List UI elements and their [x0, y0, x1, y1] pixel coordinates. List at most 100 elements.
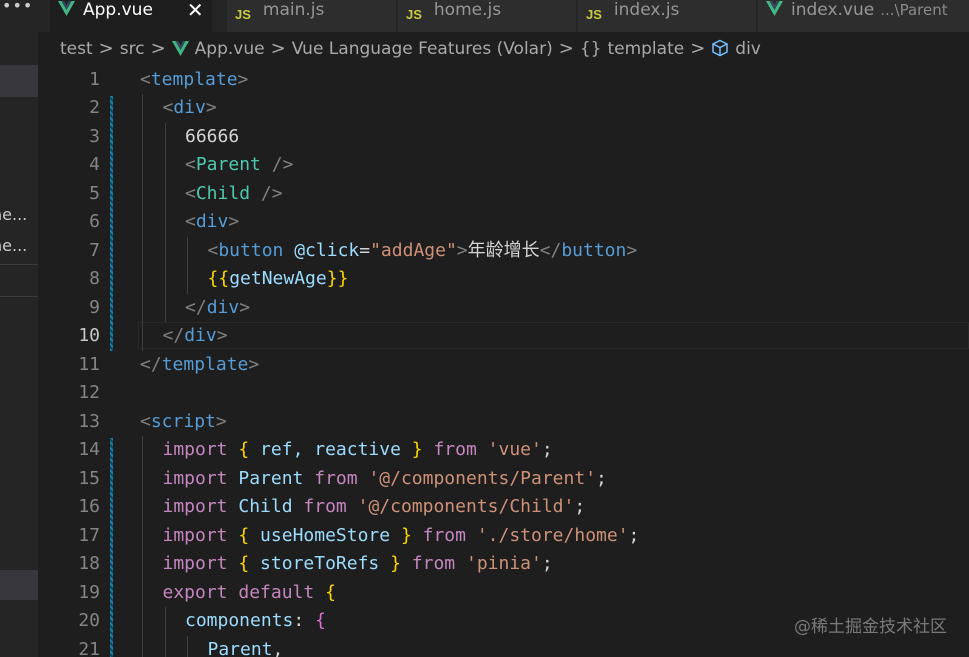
more-actions-icon[interactable]: •••: [2, 0, 33, 15]
code-token: <: [185, 154, 196, 175]
tab-index-js[interactable]: JS index.js: [578, 0, 757, 32]
tab-index-vue[interactable]: index.vue ...\Parent: [758, 0, 969, 32]
code-line[interactable]: 2 <div>: [38, 94, 969, 123]
code-line[interactable]: 5 <Child />: [38, 180, 969, 209]
tab-app-vue[interactable]: App.vue ✕: [50, 0, 213, 32]
watermark: @稀土掘金技术社区: [794, 617, 947, 637]
git-modified-marker[interactable]: [110, 96, 113, 351]
code-line[interactable]: 15 import Parent from '@/components/Paren…: [38, 465, 969, 494]
indent-guide: [142, 464, 143, 493]
line-number: 16: [78, 496, 100, 517]
indent-guide: [187, 635, 188, 657]
breadcrumb-item-src[interactable]: src: [120, 39, 145, 59]
code-token: <: [185, 211, 196, 232]
sidebar-selected-row[interactable]: [0, 65, 38, 97]
code-line[interactable]: 6 <div>: [38, 208, 969, 237]
code-line[interactable]: 18 import { storeToRefs } from 'pinia';: [38, 550, 969, 579]
code-token: Child: [238, 496, 293, 517]
sidebar-file-item[interactable]: ne...: [0, 236, 27, 255]
git-modified-marker[interactable]: [110, 438, 113, 657]
code-content: import Child from '@/components/Child';: [163, 493, 586, 522]
code-token: }: [411, 439, 423, 460]
code-line[interactable]: 21 Parent,: [38, 636, 969, 657]
code-line[interactable]: 9 </div>: [38, 294, 969, 323]
breadcrumb-item-app-vue[interactable]: App.vue: [195, 39, 265, 59]
code-line[interactable]: 10 </div>: [38, 322, 969, 351]
breadcrumb-item-volar[interactable]: Vue Language Features (Volar): [292, 39, 553, 59]
vue-file-icon: [766, 1, 783, 26]
code-token: >: [248, 353, 260, 375]
tab-home-js[interactable]: JS home.js: [398, 0, 577, 32]
breadcrumb-item-test[interactable]: test: [60, 39, 93, 59]
chevron-right-icon: >: [270, 38, 286, 59]
code-line[interactable]: 13 <script>: [38, 408, 969, 437]
code-token: <: [185, 182, 196, 204]
code-content: <div>: [185, 208, 239, 237]
indent-guide: [142, 293, 143, 322]
code-token: }: [400, 524, 412, 546]
chevron-right-icon: >: [98, 38, 114, 59]
tab-main-js[interactable]: JS main.js: [227, 0, 397, 32]
code-token: import: [162, 524, 228, 546]
code-line[interactable]: 3 66666: [38, 123, 969, 152]
code-line[interactable]: 16 import Child from '@/components/Child'…: [38, 493, 969, 522]
code-token: ;: [541, 553, 553, 574]
code-token: div: [195, 211, 229, 232]
code-token: '@/components/Child': [357, 496, 575, 517]
code-line[interactable]: 7 <button @click="addAge">年龄增长</button>: [38, 237, 969, 266]
code-token: </: [162, 325, 185, 346]
chevron-right-icon: >: [150, 38, 166, 59]
code-content: import Parent from '@/components/Parent'…: [163, 465, 607, 494]
line-number: 8: [89, 268, 100, 289]
code-token: {: [238, 553, 250, 574]
code-content: <script>: [140, 408, 227, 437]
code-token: >: [239, 296, 251, 318]
sidebar-file-item[interactable]: ne...: [0, 205, 27, 224]
code-token: Parent: [207, 638, 273, 657]
code-content: <Parent />: [185, 151, 293, 180]
chevron-right-icon: >: [690, 38, 706, 59]
sidebar-selected-row[interactable]: [0, 570, 38, 600]
line-number: 13: [78, 410, 100, 432]
breadcrumb-item-template[interactable]: template: [607, 39, 684, 59]
code-token: './store/home': [476, 524, 629, 546]
code-editor[interactable]: 1 <template> 2 <div> 3 66666 4 <Parent /> 5 <Chil…: [38, 65, 969, 657]
breadcrumb-item-div[interactable]: div: [735, 39, 761, 59]
indent-guide: [164, 236, 166, 265]
code-content: Parent,: [208, 636, 284, 657]
code-line[interactable]: 8 {{getNewAge}}: [38, 265, 969, 294]
code-line[interactable]: 14 import { ref, reactive } from 'vue';: [38, 436, 969, 465]
code-line[interactable]: 19 export default {: [38, 579, 969, 608]
code-token: }: [390, 553, 401, 574]
current-line-highlight: [138, 322, 969, 349]
code-token: ;: [541, 439, 553, 460]
code-line[interactable]: 4 <Parent />: [38, 151, 969, 180]
code-line[interactable]: 17 import { useHomeStore } from './store/…: [38, 522, 969, 551]
code-line[interactable]: 12: [38, 379, 969, 408]
line-number: 7: [89, 239, 100, 261]
code-token: </: [140, 353, 162, 375]
indent-guide: [164, 293, 166, 322]
vue-file-icon: [171, 40, 189, 61]
code-token: "addAge": [370, 239, 457, 261]
code-token: import: [162, 439, 228, 460]
chevron-right-icon: >: [558, 38, 574, 59]
code-token: </: [539, 239, 562, 261]
tab-label: index.vue: [791, 0, 875, 20]
code-line[interactable]: 11 </template>: [38, 351, 969, 380]
code-line[interactable]: 1 <template>: [38, 66, 969, 95]
code-content: </div>: [185, 294, 250, 323]
code-token: div: [184, 325, 217, 346]
vscode-window: ••• ne... ne... App.vue ✕ JS main.js JS …: [0, 0, 969, 657]
line-number: 4: [89, 154, 100, 175]
close-icon[interactable]: ✕: [187, 0, 204, 22]
indent-guide: [142, 521, 143, 550]
indent-guide: [142, 578, 143, 607]
